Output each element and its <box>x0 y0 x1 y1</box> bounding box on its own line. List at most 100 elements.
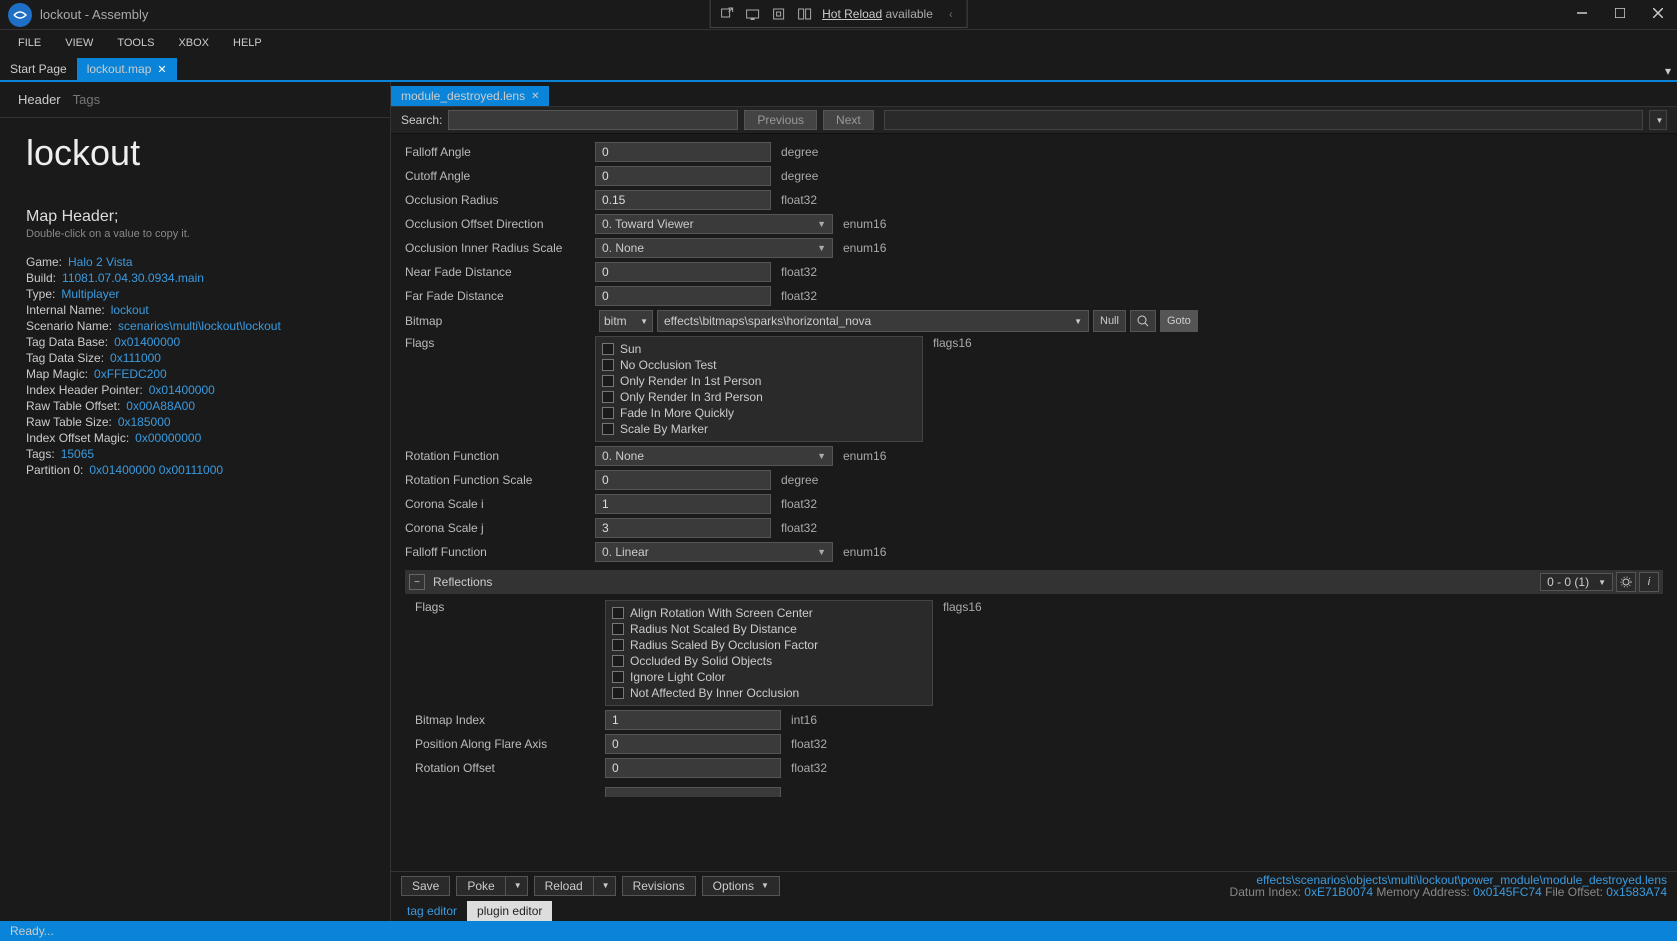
info-icon[interactable]: i <box>1639 572 1659 592</box>
next-button[interactable]: Next <box>823 110 874 130</box>
flag-checkbox[interactable] <box>612 607 624 619</box>
field-type: float32 <box>791 761 827 775</box>
gear-icon[interactable] <box>1616 572 1636 592</box>
field-type: flags16 <box>943 600 982 614</box>
occlusion-inner-select[interactable]: 0. None▼ <box>595 238 833 258</box>
window-controls <box>1563 0 1677 26</box>
close-icon[interactable]: ✕ <box>531 91 539 102</box>
goto-button[interactable]: Goto <box>1160 310 1198 332</box>
poke-dropdown[interactable]: ▼ <box>505 876 528 896</box>
close-button[interactable] <box>1639 0 1677 26</box>
right-panel: module_destroyed.lens✕ Search: Previous … <box>390 82 1677 921</box>
toolbar-icon-1[interactable] <box>718 6 734 22</box>
kv-row: Index Offset Magic:0x00000000 <box>26 430 364 446</box>
block-counter[interactable]: 0 - 0 (1)▼ <box>1540 573 1613 591</box>
field-type: float32 <box>781 521 817 535</box>
poke-button[interactable]: Poke <box>456 876 504 896</box>
tab-lockout-map[interactable]: lockout.map✕ <box>77 58 177 80</box>
flag-checkbox[interactable] <box>602 391 614 403</box>
left-tab-header[interactable]: Header <box>18 92 61 107</box>
flag-label: Only Render In 3rd Person <box>620 390 763 404</box>
flag-checkbox[interactable] <box>612 655 624 667</box>
collapse-button[interactable]: − <box>409 574 425 590</box>
rotation-scale-input[interactable] <box>595 470 771 490</box>
field-label: Corona Scale i <box>405 497 595 511</box>
bitmap-path-select[interactable]: effects\bitmaps\sparks\horizontal_nova▼ <box>657 310 1089 332</box>
save-button[interactable]: Save <box>401 876 450 896</box>
section-title: Map Header; <box>0 184 390 228</box>
tab-start-page[interactable]: Start Page <box>0 58 77 80</box>
toolbar-icon-3[interactable] <box>770 6 786 22</box>
flag-checkbox[interactable] <box>602 423 614 435</box>
flag-label: Radius Scaled By Occlusion Factor <box>630 638 818 652</box>
menu-view[interactable]: VIEW <box>53 33 105 53</box>
falloff-angle-input[interactable] <box>595 142 771 162</box>
flag-checkbox[interactable] <box>602 343 614 355</box>
kv-row: Map Magic:0xFFEDC200 <box>26 366 364 382</box>
occlusion-offset-select[interactable]: 0. Toward Viewer▼ <box>595 214 833 234</box>
reload-button[interactable]: Reload <box>534 876 593 896</box>
editor-tabs: tag editor plugin editor <box>391 899 1677 921</box>
flag-checkbox[interactable] <box>612 639 624 651</box>
menu-file[interactable]: FILE <box>6 33 53 53</box>
toolbar-icon-4[interactable] <box>796 6 812 22</box>
field-type: enum16 <box>843 449 886 463</box>
flag-label: Ignore Light Color <box>630 670 725 684</box>
field-type: degree <box>781 145 818 159</box>
menu-help[interactable]: HELP <box>221 33 274 53</box>
close-icon[interactable]: ✕ <box>157 63 166 76</box>
field-type: int16 <box>791 713 817 727</box>
cutoff-angle-input[interactable] <box>595 166 771 186</box>
flag-checkbox[interactable] <box>612 671 624 683</box>
search-icon <box>1137 315 1149 327</box>
field-label: Cutoff Angle <box>405 169 595 183</box>
search-input[interactable] <box>448 110 738 130</box>
flag-checkbox[interactable] <box>612 687 624 699</box>
reload-dropdown[interactable]: ▼ <box>593 876 616 896</box>
corona-i-input[interactable] <box>595 494 771 514</box>
corona-j-input[interactable] <box>595 518 771 538</box>
minimize-button[interactable] <box>1563 0 1601 26</box>
null-button[interactable]: Null <box>1093 310 1126 332</box>
falloff-function-select[interactable]: 0. Linear▼ <box>595 542 833 562</box>
partial-input[interactable] <box>605 787 781 797</box>
kv-row: Raw Table Size:0x185000 <box>26 414 364 430</box>
position-input[interactable] <box>605 734 781 754</box>
bitmap-class-select[interactable]: bitm▼ <box>599 310 653 332</box>
chevron-left-icon[interactable]: ‹ <box>943 6 959 22</box>
rotation-offset-input[interactable] <box>605 758 781 778</box>
search-tag-button[interactable] <box>1130 310 1156 332</box>
toolbar-icon-2[interactable] <box>744 6 760 22</box>
options-button[interactable]: Options▼ <box>702 876 780 896</box>
field-label: Occlusion Offset Direction <box>405 217 595 231</box>
search-dropdown[interactable]: ▼ <box>1649 110 1667 130</box>
tabstrip: Start Page lockout.map✕ ▾ <box>0 56 1677 82</box>
menu-xbox[interactable]: XBOX <box>166 33 221 53</box>
flag-checkbox[interactable] <box>602 407 614 419</box>
tab-plugin-editor[interactable]: plugin editor <box>467 901 552 921</box>
tag-path-info: effects\scenarios\objects\multi\lockout\… <box>1230 874 1667 898</box>
flag-checkbox[interactable] <box>602 375 614 387</box>
menu-tools[interactable]: TOOLS <box>105 33 166 53</box>
near-fade-input[interactable] <box>595 262 771 282</box>
occlusion-radius-input[interactable] <box>595 190 771 210</box>
bitmap-index-input[interactable] <box>605 710 781 730</box>
maximize-button[interactable] <box>1601 0 1639 26</box>
flag-checkbox[interactable] <box>602 359 614 371</box>
field-label: Position Along Flare Axis <box>415 737 605 751</box>
left-panel: Header Tags lockout Map Header; Double-c… <box>0 82 390 921</box>
left-tab-tags[interactable]: Tags <box>73 92 100 107</box>
tab-overflow[interactable]: ▾ <box>1659 62 1677 80</box>
previous-button[interactable]: Previous <box>744 110 817 130</box>
chevron-down-icon: ▼ <box>817 547 826 557</box>
field-label: Rotation Offset <box>415 761 605 775</box>
tab-tag-editor[interactable]: tag editor <box>397 901 467 921</box>
doc-tab-module-destroyed[interactable]: module_destroyed.lens✕ <box>391 86 549 106</box>
flag-checkbox[interactable] <box>612 623 624 635</box>
map-title: lockout <box>0 118 390 184</box>
field-type: enum16 <box>843 241 886 255</box>
far-fade-input[interactable] <box>595 286 771 306</box>
revisions-button[interactable]: Revisions <box>622 876 696 896</box>
rotation-function-select[interactable]: 0. None▼ <box>595 446 833 466</box>
hot-reload-link[interactable]: Hot Reload available <box>822 7 933 21</box>
